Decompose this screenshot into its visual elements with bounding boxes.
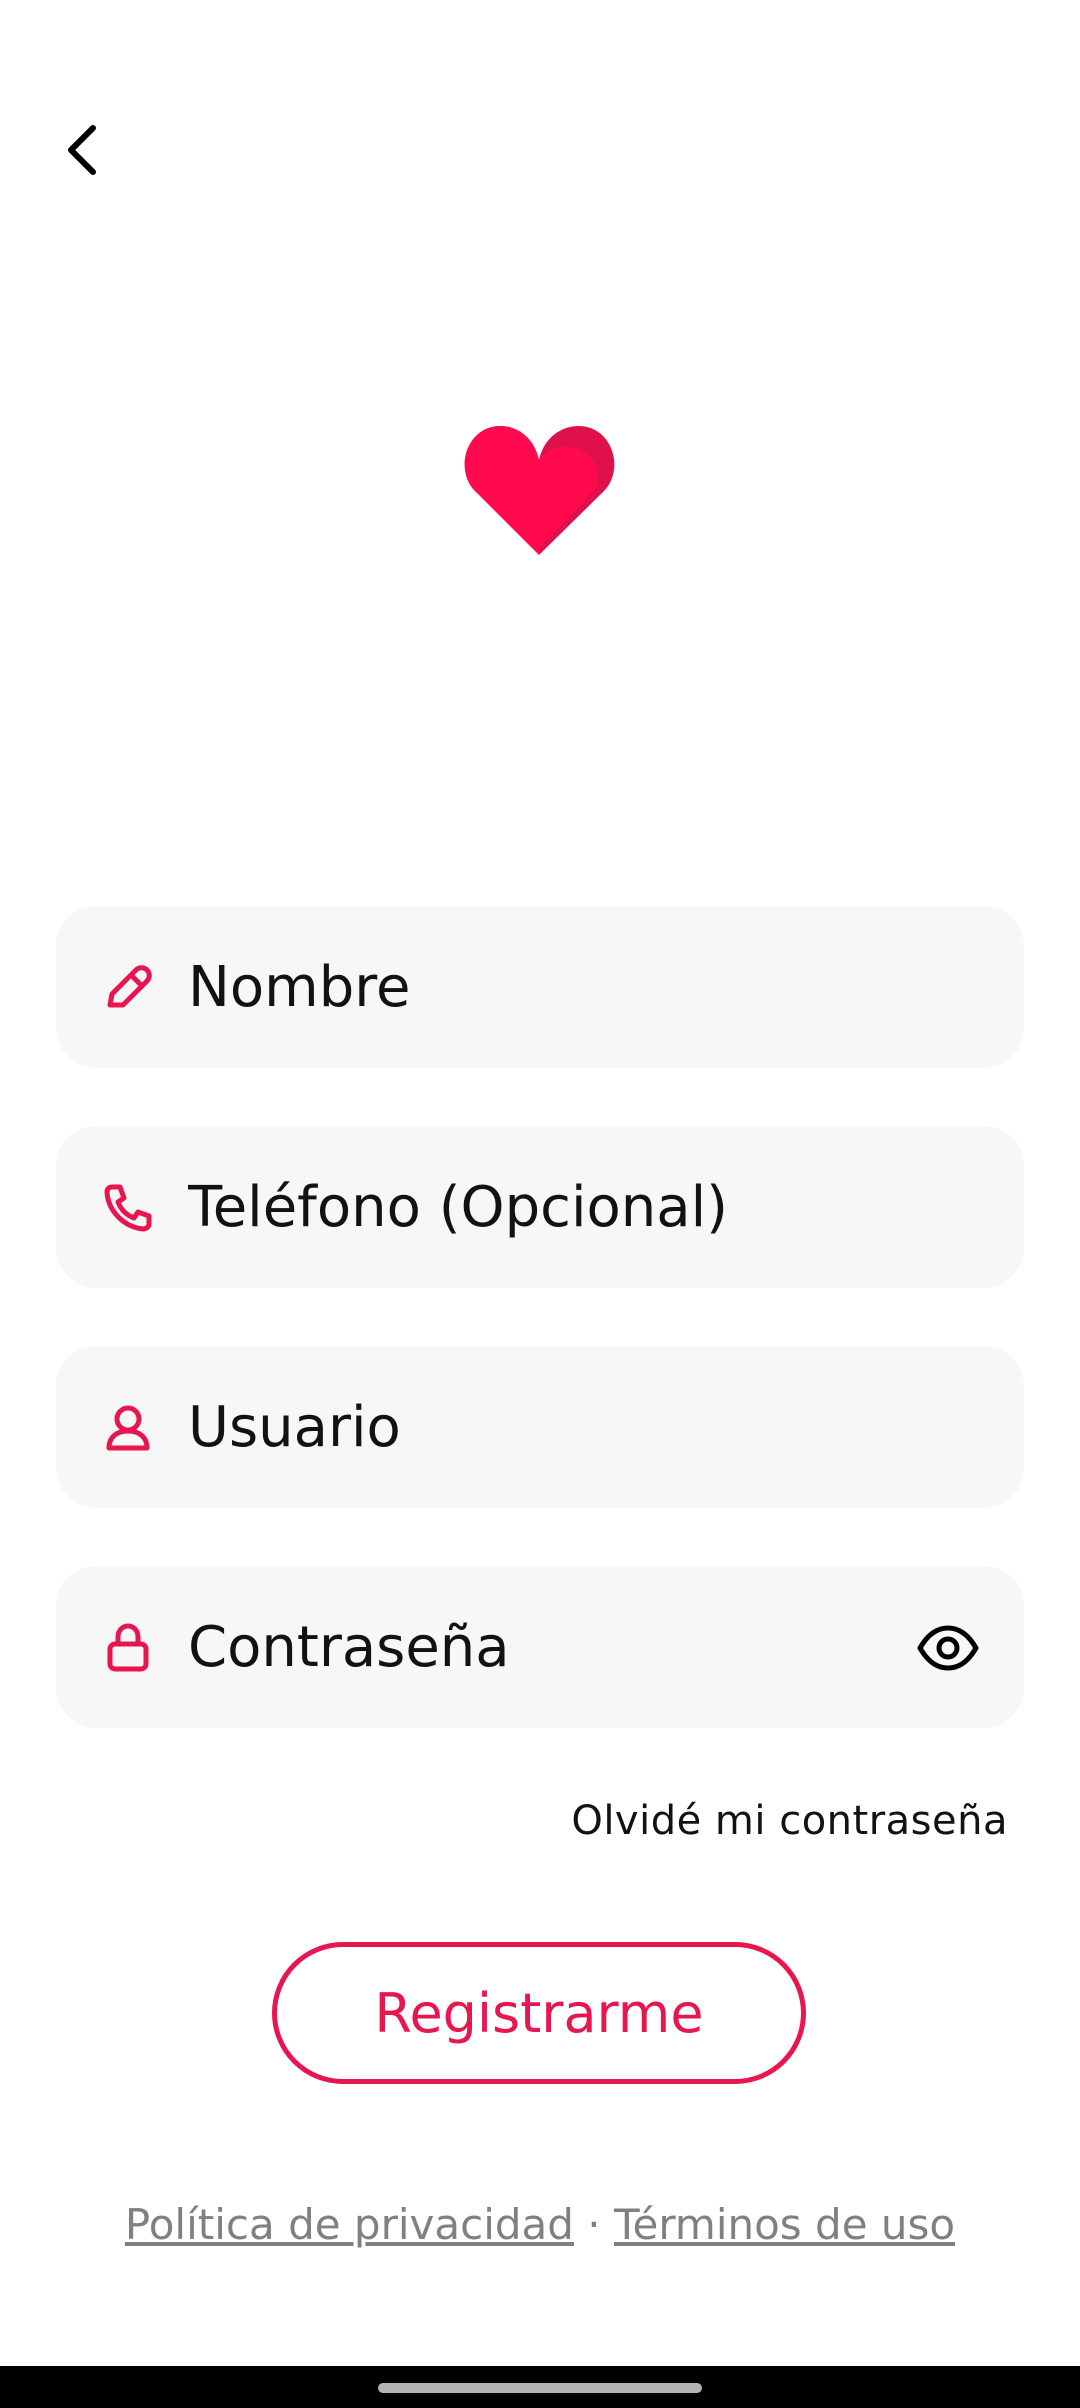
phone-icon [104,1184,152,1232]
back-button[interactable] [50,110,116,190]
user-icon [106,1405,150,1451]
terms-of-use-link[interactable]: Términos de uso [614,2200,955,2249]
footer-separator: · [587,2200,601,2249]
name-field[interactable] [56,906,1024,1068]
username-field[interactable] [56,1346,1024,1508]
chevron-left-icon [68,125,96,175]
toggle-password-visibility-button[interactable] [916,1616,980,1680]
phone-input[interactable] [188,1126,984,1288]
lock-icon [107,1623,149,1672]
password-input[interactable] [188,1566,904,1728]
heart-logo-icon [464,425,615,555]
username-input[interactable] [188,1346,984,1508]
phone-field[interactable] [56,1126,1024,1288]
home-gesture-handle[interactable] [378,2383,702,2393]
footer-links: Política de privacidad · Términos de uso [0,2200,1080,2249]
privacy-policy-link[interactable]: Política de privacidad [125,2200,574,2249]
register-button[interactable]: Registrarme [272,1942,806,2084]
eye-icon [917,1625,979,1671]
password-field[interactable] [56,1566,1024,1728]
register-screen: Olvidé mi contraseña Registrarme Polític… [0,0,1080,2408]
forgot-password-link[interactable]: Olvidé mi contraseña [571,1798,1008,1844]
name-input[interactable] [188,906,984,1068]
pencil-icon [107,965,152,1008]
